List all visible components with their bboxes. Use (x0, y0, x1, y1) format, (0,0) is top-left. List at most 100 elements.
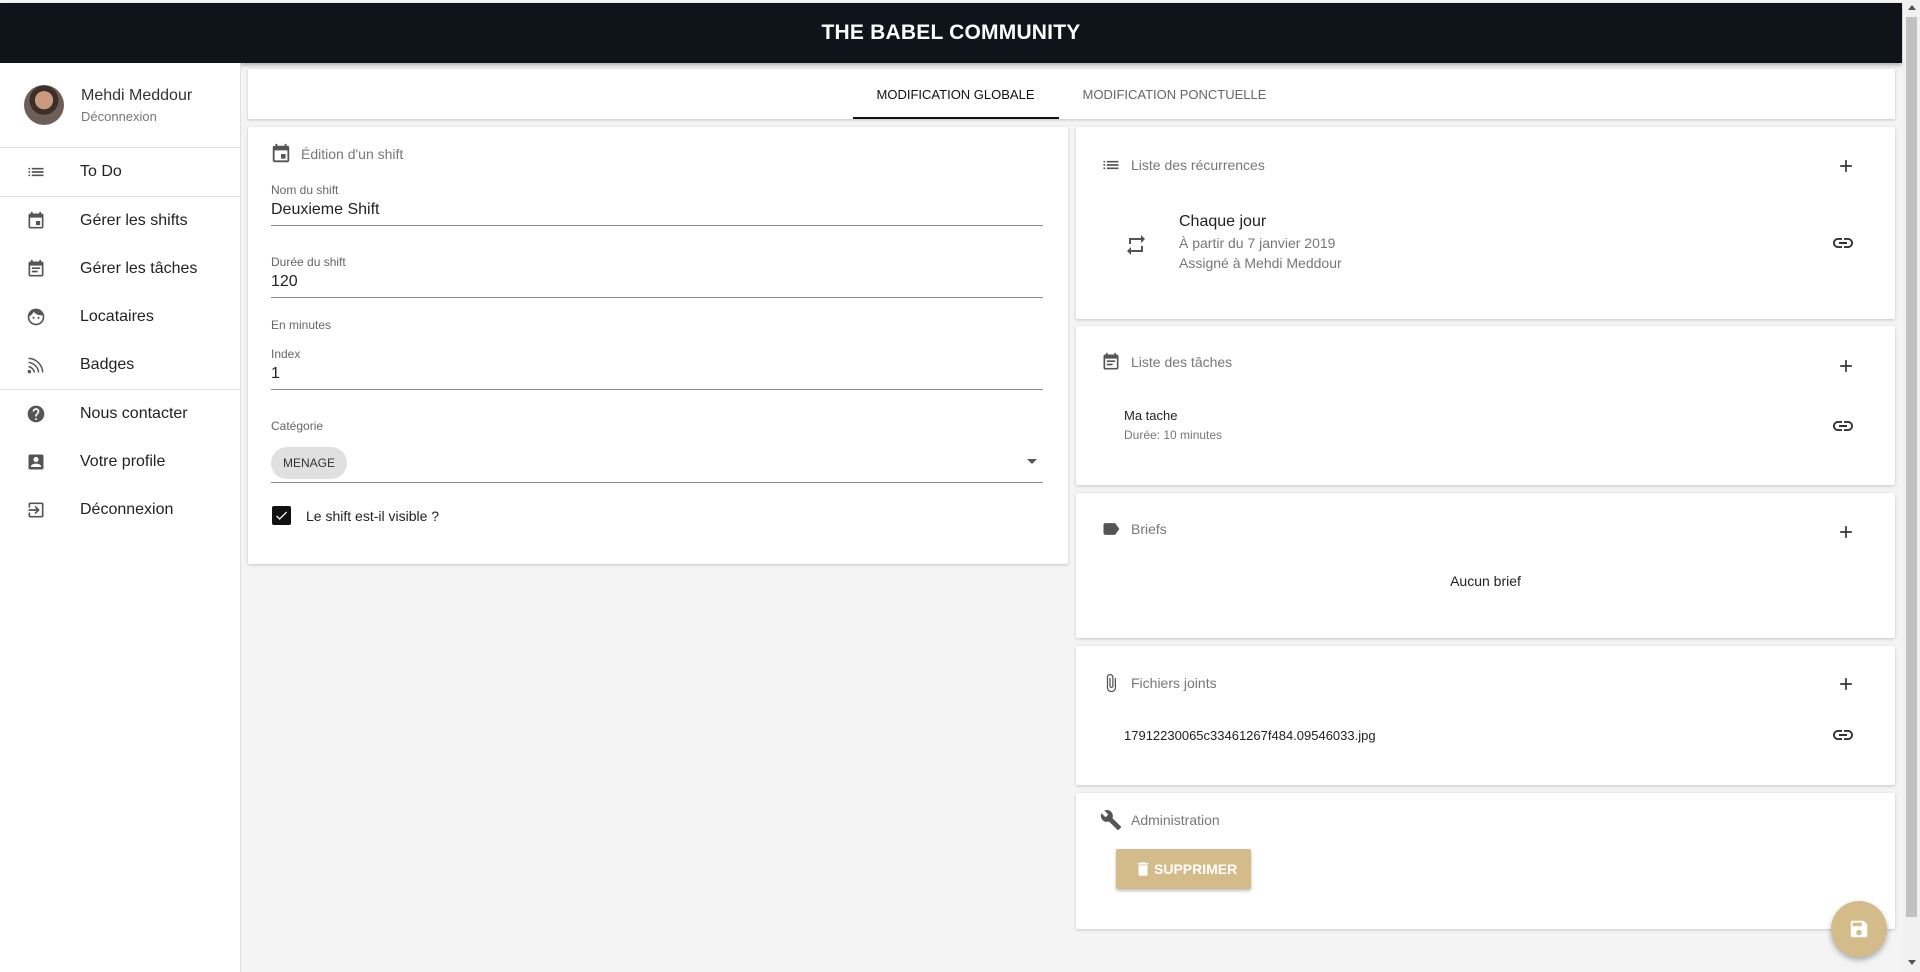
sidebar-item-label: Badges (80, 356, 135, 373)
help-circle-icon (26, 404, 46, 424)
sidebar-item-badges[interactable]: Badges (0, 341, 240, 389)
briefs-empty-text: Aucun brief (1450, 573, 1521, 589)
save-icon (1848, 918, 1870, 940)
sidebar-item-label: Déconnexion (80, 501, 174, 518)
chevron-down-icon (1027, 459, 1037, 464)
scroll-thumb[interactable] (1906, 17, 1917, 917)
shift-duration-label: Durée du shift (271, 255, 346, 269)
add-file-button[interactable] (1834, 672, 1858, 696)
page-scrollbar[interactable] (1903, 0, 1920, 972)
task-duration: Durée: 10 minutes (1124, 428, 1223, 442)
sidebar-item-todo[interactable]: To Do (0, 148, 240, 196)
sidebar-item-shifts[interactable]: Gérer les shifts (0, 197, 240, 245)
user-logout-link[interactable]: Déconnexion (81, 109, 192, 124)
attachment-icon (1100, 672, 1122, 694)
sidebar-item-profile[interactable]: Votre profile (0, 438, 240, 486)
tasks-card: Liste des tâches Ma tache Durée: 10 minu… (1076, 326, 1895, 485)
sidebar-item-tenants[interactable]: Locataires (0, 293, 240, 341)
task-link-button[interactable] (1830, 413, 1856, 439)
recurrence-item: Chaque jour À partir du 7 janvier 2019 A… (1179, 213, 1342, 271)
recurrences-title: Liste des récurrences (1131, 157, 1265, 173)
shift-edit-title: Édition d'un shift (301, 146, 404, 162)
visible-checkbox[interactable] (272, 506, 291, 525)
sidebar-item-label: Gérer les shifts (80, 212, 188, 229)
wrench-icon (1100, 809, 1122, 831)
file-item-name[interactable]: 17912230065c33461267f484.09546033.jpg (1124, 728, 1376, 743)
list-icon (26, 162, 46, 182)
shift-duration-field: Durée du shift (271, 255, 1043, 298)
file-link-button[interactable] (1830, 722, 1856, 748)
repeat-icon (1124, 233, 1148, 257)
briefs-card: Briefs Aucun brief (1076, 493, 1895, 638)
category-chip[interactable]: MENAGE (271, 446, 348, 479)
recurrences-card: Liste des récurrences Chaque jour À part… (1076, 127, 1895, 319)
shift-category-label: Catégorie (271, 419, 324, 433)
label-icon (1100, 518, 1122, 540)
scroll-up-arrow[interactable] (1908, 5, 1916, 10)
sidebar-item-logout[interactable]: Déconnexion (0, 486, 240, 534)
recurrence-start: À partir du 7 janvier 2019 (1179, 235, 1336, 251)
app-header: THE BABEL COMMUNITY (0, 3, 1902, 63)
files-card: Fichiers joints 17912230065c33461267f484… (1076, 646, 1895, 785)
admin-header: Administration (1100, 809, 1220, 831)
recurrences-header: Liste des récurrences (1100, 154, 1265, 176)
add-brief-button[interactable] (1834, 520, 1858, 544)
tasks-title: Liste des tâches (1131, 354, 1233, 370)
sidebar-item-label: Votre profile (80, 453, 166, 470)
shift-edit-header: Édition d'un shift (270, 143, 403, 165)
scroll-down-arrow[interactable] (1908, 960, 1916, 965)
tab-global-edit[interactable]: MODIFICATION GLOBALE (852, 69, 1059, 119)
trash-icon (1134, 860, 1152, 878)
save-fab-button[interactable] (1831, 901, 1887, 957)
sidebar-item-tasks[interactable]: Gérer les tâches (0, 245, 240, 293)
delete-button-label: SUPPRIMER (1154, 861, 1238, 877)
tasks-header: Liste des tâches (1100, 351, 1232, 373)
admin-card: Administration SUPPRIMER (1076, 793, 1895, 929)
files-header: Fichiers joints (1100, 672, 1217, 694)
list-icon (1100, 154, 1122, 176)
shift-name-input[interactable] (271, 197, 1043, 226)
task-item: Ma tache Durée: 10 minutes (1124, 408, 1222, 442)
calendar-icon (26, 211, 46, 231)
shift-index-field: Index (271, 347, 1043, 390)
avatar (24, 85, 64, 125)
delete-button[interactable]: SUPPRIMER (1116, 849, 1252, 889)
admin-title: Administration (1131, 812, 1220, 828)
sidebar-item-label: To Do (80, 163, 122, 180)
calendar-note-icon (1100, 351, 1122, 373)
app-title: THE BABEL COMMUNITY (821, 21, 1081, 44)
shift-index-label: Index (271, 347, 301, 361)
files-title: Fichiers joints (1131, 675, 1217, 691)
nfc-icon (26, 355, 46, 375)
calendar-note-icon (26, 259, 46, 279)
shift-duration-input[interactable] (271, 269, 1043, 298)
add-task-button[interactable] (1834, 354, 1858, 378)
face-icon (26, 307, 46, 327)
shift-name-field: Nom du shift (271, 183, 1043, 226)
briefs-header: Briefs (1100, 518, 1167, 540)
shift-index-input[interactable] (271, 361, 1043, 390)
visible-checkbox-label: Le shift est-il visible ? (306, 508, 440, 524)
user-name: Mehdi Meddour (81, 86, 193, 104)
shift-duration-hint: En minutes (271, 318, 332, 332)
sidebar-item-label: Gérer les tâches (80, 260, 198, 277)
exit-icon (26, 500, 46, 520)
calendar-icon (270, 143, 292, 165)
tab-single-edit[interactable]: MODIFICATION PONCTUELLE (1059, 69, 1291, 119)
sidebar-item-label: Nous contacter (80, 405, 188, 422)
recurrence-title: Chaque jour (1179, 213, 1267, 230)
briefs-title: Briefs (1131, 521, 1167, 537)
user-panel: Mehdi Meddour Déconnexion (0, 63, 240, 148)
shift-edit-card: Édition d'un shift Nom du shift Durée du… (248, 127, 1068, 564)
sidebar-item-contact[interactable]: Nous contacter (0, 390, 240, 438)
sidebar: Mehdi Meddour Déconnexion To Do Gérer le… (0, 63, 241, 972)
recurrence-assigned: Assigné à Mehdi Meddour (1179, 255, 1342, 271)
shift-category-select[interactable]: MENAGE (271, 443, 1043, 483)
shift-name-label: Nom du shift (271, 183, 339, 197)
account-box-icon (26, 452, 46, 472)
task-name: Ma tache (1124, 408, 1178, 423)
recurrence-link-button[interactable] (1830, 230, 1856, 256)
sidebar-item-label: Locataires (80, 308, 154, 325)
tab-bar: MODIFICATION GLOBALE MODIFICATION PONCTU… (248, 69, 1895, 119)
add-recurrence-button[interactable] (1834, 154, 1858, 178)
